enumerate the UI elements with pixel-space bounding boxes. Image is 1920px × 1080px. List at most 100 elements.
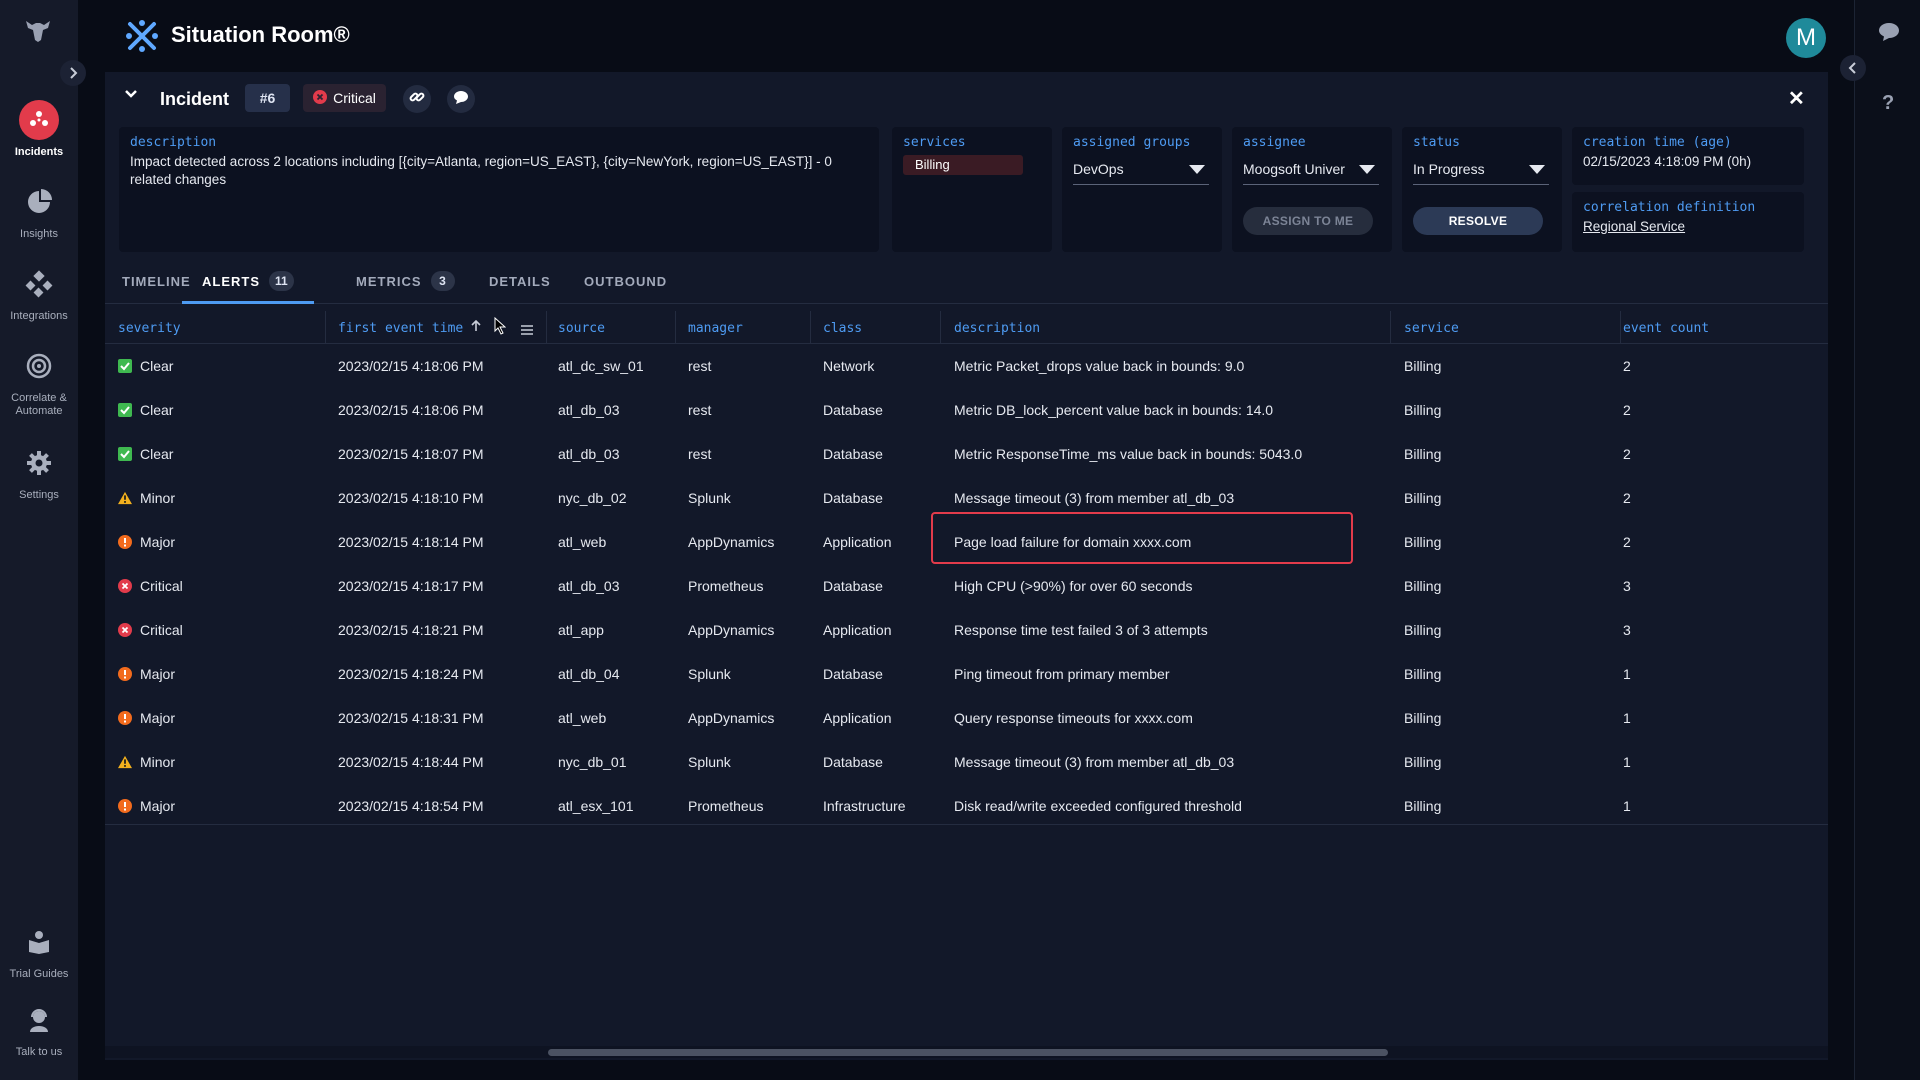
column-menu-icon[interactable] bbox=[521, 322, 533, 340]
user-avatar[interactable]: M bbox=[1786, 18, 1826, 58]
nav-item-integrations[interactable]: Integrations bbox=[0, 264, 78, 323]
column-header-manager[interactable]: manager bbox=[688, 315, 743, 341]
column-header-service[interactable]: service bbox=[1404, 315, 1459, 341]
tab-timeline[interactable]: TIMELINE bbox=[122, 270, 191, 304]
cell-description: Metric Packet_drops value back in bounds… bbox=[954, 344, 1244, 388]
close-icon[interactable]: ✕ bbox=[1788, 86, 1805, 111]
scrollbar-thumb[interactable] bbox=[548, 1049, 1388, 1056]
dropdown-arrow-icon bbox=[1189, 165, 1205, 174]
column-header-event-count[interactable]: event count bbox=[1623, 315, 1709, 341]
cell-source: nyc_db_02 bbox=[558, 476, 627, 520]
table-row[interactable]: Major 2023/02/15 4:18:24 PM atl_db_04 Splun… bbox=[105, 652, 1828, 696]
cell-description: Disk read/write exceeded configured thre… bbox=[954, 784, 1242, 828]
column-divider[interactable] bbox=[546, 311, 547, 343]
cell-count: 2 bbox=[1623, 344, 1631, 388]
cell-text: Major bbox=[140, 798, 176, 814]
cell-text: 2023/02/15 4:18:07 PM bbox=[338, 446, 484, 462]
column-header-severity[interactable]: severity bbox=[118, 315, 181, 341]
cell-class: Application bbox=[823, 608, 892, 652]
cell-text: 2023/02/15 4:18:24 PM bbox=[338, 666, 484, 682]
table-row[interactable]: Critical 2023/02/15 4:18:17 PM atl_db_03 Pr… bbox=[105, 564, 1828, 608]
column-divider[interactable] bbox=[1620, 311, 1621, 343]
tab-metrics[interactable]: METRICS 3 bbox=[356, 270, 455, 304]
column-header-source[interactable]: source bbox=[558, 315, 605, 341]
sort-ascending-icon[interactable] bbox=[471, 319, 481, 336]
column-divider[interactable] bbox=[325, 311, 326, 343]
collapse-rail-button[interactable] bbox=[1840, 55, 1866, 81]
assign-to-me-button[interactable]: ASSIGN TO ME bbox=[1243, 207, 1373, 235]
cell-text: Billing bbox=[1404, 666, 1442, 682]
cell-manager: AppDynamics bbox=[688, 696, 774, 740]
cell-text: 1 bbox=[1623, 666, 1631, 682]
chat-icon[interactable] bbox=[1878, 22, 1900, 47]
assignee-dropdown[interactable]: Moogsoft Univer bbox=[1243, 155, 1379, 185]
column-divider[interactable] bbox=[810, 311, 811, 343]
cell-text: Metric DB_lock_percent value back in bou… bbox=[954, 402, 1274, 418]
table-row[interactable]: Minor 2023/02/15 4:18:44 PM nyc_db_01 Splun… bbox=[105, 740, 1828, 784]
cell-text: atl_db_03 bbox=[558, 578, 620, 594]
column-divider[interactable] bbox=[675, 311, 676, 343]
cell-manager: rest bbox=[688, 344, 711, 388]
chevron-down-icon[interactable] bbox=[123, 86, 139, 107]
table-row[interactable]: Clear 2023/02/15 4:18:07 PM atl_db_03 rest D… bbox=[105, 432, 1828, 476]
incident-number: #6 bbox=[245, 84, 290, 112]
cell-text: AppDynamics bbox=[688, 534, 775, 550]
cell-service: Billing bbox=[1404, 388, 1441, 432]
assignee-label: assignee bbox=[1243, 135, 1306, 150]
nav-item-incidents[interactable]: Incidents bbox=[0, 100, 78, 159]
status-dropdown[interactable]: In Progress bbox=[1413, 155, 1549, 185]
cell-text: atl_db_03 bbox=[558, 446, 620, 462]
assignee-card: assignee Moogsoft Univer ASSIGN TO ME bbox=[1232, 127, 1392, 252]
guide-icon bbox=[19, 922, 59, 962]
cell-text: Critical bbox=[140, 578, 183, 594]
status-label: status bbox=[1413, 135, 1460, 150]
table-row[interactable]: Critical 2023/02/15 4:18:21 PM atl_app AppD… bbox=[105, 608, 1828, 652]
cell-class: Application bbox=[823, 520, 892, 564]
cell-text: rest bbox=[688, 358, 712, 374]
help-icon[interactable]: ? bbox=[1882, 92, 1894, 115]
column-divider[interactable] bbox=[940, 311, 941, 343]
resolve-button[interactable]: RESOLVE bbox=[1413, 207, 1543, 235]
severity-label: Critical bbox=[333, 90, 376, 106]
cell-manager: Prometheus bbox=[688, 784, 763, 828]
correlation-link[interactable]: Regional Service bbox=[1583, 218, 1685, 236]
tab-label: OUTBOUND bbox=[584, 274, 668, 289]
creation-time-value: 02/15/2023 4:18:09 PM (0h) bbox=[1583, 154, 1752, 169]
table-row[interactable]: Major 2023/02/15 4:18:31 PM atl_web AppDyna… bbox=[105, 696, 1828, 740]
service-chip[interactable]: Billing bbox=[903, 155, 1023, 175]
comment-button[interactable] bbox=[447, 85, 475, 113]
cell-text: Database bbox=[823, 490, 883, 506]
link-button[interactable] bbox=[403, 85, 431, 113]
app-title: Situation Room® bbox=[171, 22, 350, 47]
nav-item-talk-to-us[interactable]: Talk to us bbox=[0, 1000, 78, 1059]
nav-item-correlate[interactable]: Correlate & Automate bbox=[0, 346, 78, 418]
table-row[interactable]: Clear 2023/02/15 4:18:06 PM atl_dc_sw_01 re… bbox=[105, 344, 1828, 388]
cell-service: Billing bbox=[1404, 520, 1441, 564]
column-divider[interactable] bbox=[1390, 311, 1391, 343]
major-alert-icon bbox=[118, 535, 132, 549]
cell-class: Database bbox=[823, 432, 883, 476]
nav-item-insights[interactable]: Insights bbox=[0, 182, 78, 241]
cell-text: Response time test failed 3 of 3 attempt… bbox=[954, 622, 1208, 638]
table-row[interactable]: Clear 2023/02/15 4:18:06 PM atl_db_03 rest D… bbox=[105, 388, 1828, 432]
moogsoft-logo-icon[interactable] bbox=[24, 18, 52, 44]
cell-text: atl_esx_101 bbox=[558, 798, 634, 814]
table-row[interactable]: Major 2023/02/15 4:18:54 PM atl_esx_101 Pro… bbox=[105, 784, 1828, 828]
horizontal-scrollbar[interactable] bbox=[105, 1046, 1828, 1058]
tab-label: METRICS bbox=[356, 274, 422, 289]
tab-label: ALERTS bbox=[202, 274, 260, 289]
tab-alerts[interactable]: ALERTS 11 bbox=[182, 270, 314, 304]
column-header-class[interactable]: class bbox=[823, 315, 862, 341]
tab-outbound[interactable]: OUTBOUND bbox=[584, 270, 667, 304]
cell-source: nyc_db_01 bbox=[558, 740, 627, 784]
cell-text: 2 bbox=[1623, 358, 1631, 374]
minor-warning-icon bbox=[118, 755, 132, 769]
column-header-description[interactable]: description bbox=[954, 315, 1040, 341]
cell-service: Billing bbox=[1404, 344, 1441, 388]
tab-details[interactable]: DETAILS bbox=[489, 270, 551, 304]
column-header-first-event-time[interactable]: first event time bbox=[338, 315, 481, 341]
assigned-groups-dropdown[interactable]: DevOps bbox=[1073, 155, 1209, 185]
nav-item-settings[interactable]: Settings bbox=[0, 443, 78, 502]
nav-item-trial-guides[interactable]: Trial Guides bbox=[0, 922, 78, 981]
cell-text: Major bbox=[140, 666, 176, 682]
